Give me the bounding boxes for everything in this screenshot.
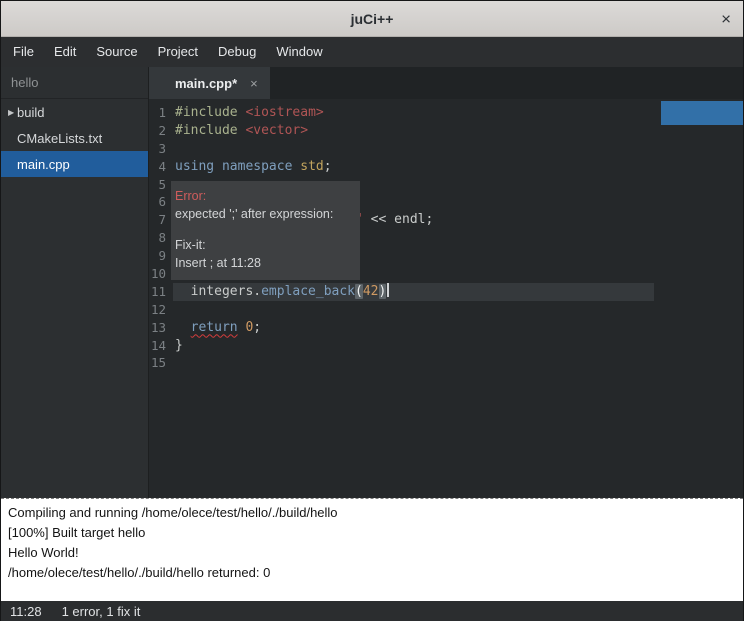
text-cursor (387, 283, 389, 297)
tooltip-spacer (175, 223, 351, 236)
tree-item-cmakelists-txt[interactable]: CMakeLists.txt (1, 125, 148, 151)
code-token: using (175, 159, 214, 174)
status-message: 1 error, 1 fix it (62, 604, 141, 619)
scrollbar-thumb[interactable] (661, 101, 743, 125)
project-name-label: hello (1, 67, 148, 99)
tooltip-fixit-label: Fix-it: (175, 236, 351, 254)
cursor-position: 11:28 (10, 604, 42, 619)
code-token: <vector> (245, 123, 308, 138)
tooltip-error-label: Error: (175, 187, 351, 205)
tab-close-icon[interactable]: × (250, 76, 258, 91)
diagnostic-tooltip: Error: expected ';' after expression: Fi… (171, 181, 360, 280)
code-editor[interactable]: 1#include <iostream>2#include <vector>34… (149, 99, 743, 498)
menu-item-edit[interactable]: Edit (44, 37, 86, 67)
expander-icon[interactable]: ▶ (1, 108, 17, 117)
code-line[interactable]: 4using namespace std; (149, 158, 743, 176)
window-title: juCi++ (351, 11, 394, 27)
code-token: } (175, 338, 183, 353)
code-line[interactable]: 12 (149, 301, 743, 319)
code-token: <iostream> (245, 105, 323, 120)
line-number: 2 (149, 122, 173, 140)
code-line[interactable]: 1#include <iostream> (149, 104, 743, 122)
code-text (173, 140, 175, 158)
line-number: 3 (149, 140, 173, 158)
code-token: ) (379, 284, 387, 299)
line-number: 1 (149, 104, 173, 122)
code-token: return (191, 320, 238, 335)
line-number: 6 (149, 193, 173, 211)
file-tree: ▶build CMakeLists.txt main.cpp (1, 99, 148, 177)
output-line: /home/olece/test/hello/./build/hello ret… (8, 563, 736, 583)
line-number: 15 (149, 354, 173, 372)
code-text: #include <iostream> (173, 104, 324, 122)
code-token: namespace (222, 159, 292, 174)
main-area: hello ▶build CMakeLists.txt main.cpp main.… (1, 67, 743, 498)
code-token: << endl; (363, 212, 433, 227)
tree-item-main-cpp[interactable]: main.cpp (1, 151, 148, 177)
menu-item-project[interactable]: Project (148, 37, 208, 67)
code-token (175, 320, 191, 335)
output-line: Hello World! (8, 543, 736, 563)
tree-item-build[interactable]: ▶build (1, 99, 148, 125)
code-token: emplace_back (261, 284, 355, 299)
window-close-button[interactable]: × (721, 10, 731, 27)
line-number: 13 (149, 319, 173, 337)
line-number: 10 (149, 265, 173, 283)
line-number: 14 (149, 337, 173, 355)
tooltip-error-message: expected ';' after expression: (175, 205, 351, 223)
code-line[interactable]: 14} (149, 337, 743, 355)
tab-main-cpp[interactable]: main.cpp* × (149, 67, 270, 99)
code-token: ; (253, 320, 261, 335)
menu-item-window[interactable]: Window (266, 37, 332, 67)
code-token (214, 159, 222, 174)
line-number: 12 (149, 301, 173, 319)
line-number: 8 (149, 229, 173, 247)
code-token: integers. (175, 284, 261, 299)
line-number: 4 (149, 158, 173, 176)
code-text (173, 301, 175, 319)
line-number: 5 (149, 176, 173, 194)
output-line: Compiling and running /home/olece/test/h… (8, 503, 736, 523)
tree-item-label: main.cpp (17, 157, 70, 172)
tooltip-fixit-message: Insert ; at 11:28 (175, 254, 351, 272)
menu-item-debug[interactable]: Debug (208, 37, 266, 67)
line-number: 7 (149, 211, 173, 229)
output-lines: Compiling and running /home/olece/test/h… (8, 503, 736, 583)
code-line[interactable]: 11 integers.emplace_back(42) (149, 283, 743, 301)
code-token: #include (175, 123, 245, 138)
code-line[interactable]: 3 (149, 140, 743, 158)
line-number: 11 (149, 283, 173, 301)
editor-column: main.cpp* × 1#include <iostream>2#includ… (149, 67, 743, 498)
code-text: } (173, 337, 183, 355)
output-line: [100%] Built target hello (8, 523, 736, 543)
menubar: FileEditSourceProjectDebugWindow (1, 37, 743, 67)
tab-label: main.cpp* (175, 76, 237, 91)
code-text: integers.emplace_back(42) (173, 283, 654, 301)
code-token: ( (355, 284, 363, 299)
menu-item-file[interactable]: File (3, 37, 44, 67)
app-window: juCi++ × FileEditSourceProjectDebugWindo… (0, 0, 744, 621)
code-line[interactable]: 15 (149, 354, 743, 372)
tree-item-label: build (17, 105, 44, 120)
code-token: std (300, 159, 323, 174)
code-token: ; (324, 159, 332, 174)
code-text: using namespace std; (173, 158, 332, 176)
code-text (173, 354, 175, 372)
code-token: #include (175, 105, 245, 120)
code-line[interactable]: 2#include <vector> (149, 122, 743, 140)
code-line[interactable]: 13 return 0; (149, 319, 743, 337)
menu-item-source[interactable]: Source (86, 37, 147, 67)
tree-item-label: CMakeLists.txt (17, 131, 102, 146)
code-text: return 0; (173, 319, 261, 337)
output-panel[interactable]: Compiling and running /home/olece/test/h… (1, 498, 743, 601)
file-browser-sidebar: hello ▶build CMakeLists.txt main.cpp (1, 67, 149, 498)
line-number: 9 (149, 247, 173, 265)
tabbar: main.cpp* × (149, 67, 743, 99)
statusbar: 11:28 1 error, 1 fix it (1, 601, 743, 621)
code-token: 42 (363, 284, 379, 299)
window-titlebar: juCi++ × (1, 1, 743, 37)
code-text: #include <vector> (173, 122, 308, 140)
